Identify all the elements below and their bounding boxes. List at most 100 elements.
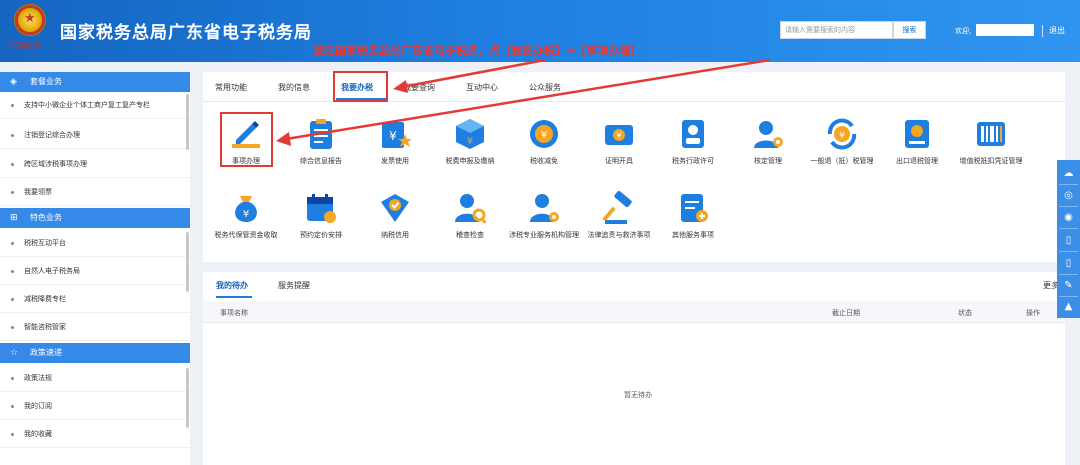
pencil-icon xyxy=(232,121,260,148)
toolbar-divider xyxy=(1059,206,1078,207)
export-refund-icon xyxy=(905,120,929,148)
tab-service-reminder[interactable]: 服务提醒 xyxy=(278,280,310,291)
tile-certificate[interactable]: ¥ 证明开具 xyxy=(579,116,659,166)
weibo-icon[interactable]: ◉ xyxy=(1060,210,1077,226)
sidebar-section-featured[interactable]: ⊞ 特色业务 xyxy=(0,208,190,228)
svg-text:¥: ¥ xyxy=(467,136,473,147)
svg-text:¥: ¥ xyxy=(243,209,249,220)
clipboard-icon xyxy=(310,119,332,149)
toolbar-divider xyxy=(1059,296,1078,297)
username-redacted xyxy=(976,24,1034,36)
tab-my-todo[interactable]: 我的待办 xyxy=(216,280,248,291)
tax-declare-icon: ¥ xyxy=(456,119,484,149)
chat-icon[interactable]: ☁ xyxy=(1060,166,1077,182)
highlight-box-tab xyxy=(333,71,388,102)
mobile-icon[interactable]: ▯ xyxy=(1060,233,1077,249)
header-divider xyxy=(1042,25,1043,37)
sidebar-section-policy[interactable]: ☆ 政策速递 xyxy=(0,343,190,363)
svg-text:¥: ¥ xyxy=(541,130,547,141)
column-header: 状态 xyxy=(958,309,972,317)
tile-export-refund[interactable]: 出口退税管理 xyxy=(877,116,957,166)
sidebar-item[interactable]: 自然人电子税务局 xyxy=(0,258,190,285)
feedback-icon[interactable]: ✎ xyxy=(1060,278,1077,294)
tile-inspection[interactable]: 稽查检查 xyxy=(430,190,510,240)
instruction-annotation: 登陆国家税务总局广东省电子税务，点【我要办税】→【事项办理】 xyxy=(313,44,642,57)
svg-text:¥: ¥ xyxy=(389,129,397,143)
logout-link[interactable]: 退出 xyxy=(1049,25,1065,36)
tab-my-info[interactable]: 我的信息 xyxy=(278,82,310,93)
sidebar-item[interactable]: 税税互动平台 xyxy=(0,230,190,257)
toolbar-divider xyxy=(1059,184,1078,185)
agency-icon xyxy=(530,194,559,222)
sidebar-item[interactable]: 政策法规 xyxy=(0,365,190,392)
calendar-icon xyxy=(307,194,336,223)
tile-pricing-arrangement[interactable]: 预约定价安排 xyxy=(281,190,361,240)
logo-text: 中国税务 xyxy=(8,41,40,50)
sidebar-item[interactable]: 我的收藏 xyxy=(0,421,190,448)
tile-custody-funds[interactable]: ¥ 税务代保管资金收取 xyxy=(206,190,286,240)
search-input[interactable]: 请输入需要搜索的内容 xyxy=(780,21,893,39)
certificate-icon: ¥ xyxy=(605,125,633,145)
tile-admin-license[interactable]: 税务行政许可 xyxy=(653,116,733,166)
sidebar-item[interactable]: 我的订阅 xyxy=(0,393,190,420)
star-icon: ☆ xyxy=(10,348,19,358)
tile-legal-remedy[interactable]: 法律追责与救济事项 xyxy=(579,190,659,240)
column-header: 事项名称 xyxy=(220,309,248,317)
other-service-icon xyxy=(681,194,708,222)
sidebar-scrollbar[interactable] xyxy=(186,94,189,150)
money-bag-icon: ¥ xyxy=(235,196,257,222)
coin-icon: ¥ xyxy=(530,120,558,148)
tab-common[interactable]: 常用功能 xyxy=(215,82,247,93)
column-header: 操作 xyxy=(1026,309,1040,317)
tile-agency-mgmt[interactable]: 涉税专业服务机构管理 xyxy=(504,190,584,240)
tile-assessment-mgmt[interactable]: 核定管理 xyxy=(728,116,808,166)
inspect-icon xyxy=(455,194,487,224)
sidebar-scrollbar[interactable] xyxy=(186,232,189,292)
svg-text:¥: ¥ xyxy=(616,131,621,140)
sidebar-item[interactable]: 我要领票 xyxy=(0,179,190,206)
toolbar-divider xyxy=(1059,228,1078,229)
welcome-text: 欢迎, xyxy=(955,27,972,35)
todo-tab-indicator xyxy=(216,296,252,298)
sidebar-item[interactable]: 减税降费专栏 xyxy=(0,286,190,313)
tax-emblem-icon xyxy=(14,4,46,36)
tile-invoice-use[interactable]: ¥ 发票使用 xyxy=(355,116,435,166)
user-gear-icon xyxy=(754,121,783,148)
phone-icon[interactable]: ▯ xyxy=(1060,256,1077,272)
sidebar-item[interactable]: 跨区域涉税事项办理 xyxy=(0,151,190,178)
tile-tax-declare[interactable]: ¥ 税费申报及缴纳 xyxy=(430,116,510,166)
tile-general-refund[interactable]: ¥ 一般退（抵）税管理 xyxy=(802,116,882,166)
message-icon[interactable]: ◎ xyxy=(1060,188,1077,204)
back-to-top-icon[interactable]: ▲ xyxy=(1060,299,1077,315)
toolbar-divider xyxy=(1059,251,1078,252)
voucher-icon xyxy=(977,122,1005,146)
id-card-icon xyxy=(682,120,704,148)
toolbar-divider xyxy=(1059,274,1078,275)
tile-matter-handling[interactable]: 事项办理 xyxy=(206,116,286,166)
layers-icon: ◈ xyxy=(10,77,17,87)
tile-other-services[interactable]: 其他服务事项 xyxy=(653,190,733,240)
empty-state-text: 暂无待办 xyxy=(624,391,652,399)
sidebar-item[interactable]: 智能咨税管家 xyxy=(0,314,190,341)
tile-tax-reduction[interactable]: ¥ 税收减免 xyxy=(504,116,584,166)
tile-vat-voucher[interactable]: 增值税抵扣凭证管理 xyxy=(951,116,1031,166)
invoice-icon: ¥ xyxy=(382,122,412,148)
sidebar: ◈ 套餐业务 支持中小微企业个体工商户复工复产专栏 注销登记综合办理 跨区域涉税… xyxy=(0,72,190,465)
site-title: 国家税务总局广东省电子税务局 xyxy=(60,23,312,43)
svg-text:¥: ¥ xyxy=(839,131,845,141)
gavel-icon xyxy=(602,190,632,224)
shield-check-icon xyxy=(381,194,409,222)
search-button[interactable]: 搜索 xyxy=(893,21,926,39)
tab-query[interactable]: 我要查询 xyxy=(403,82,435,93)
sidebar-section-package[interactable]: ◈ 套餐业务 xyxy=(0,72,190,92)
todo-table-header xyxy=(203,301,1065,323)
sidebar-scrollbar[interactable] xyxy=(186,368,189,428)
tile-info-report[interactable]: 综合信息报告 xyxy=(281,116,361,166)
column-header: 截止日期 xyxy=(832,309,860,317)
sidebar-item[interactable]: 支持中小微企业个体工商户复工复产专栏 xyxy=(0,92,190,119)
tile-tax-credit[interactable]: 纳税信用 xyxy=(355,190,435,240)
grid-icon: ⊞ xyxy=(10,213,18,223)
tab-public-service[interactable]: 公众服务 xyxy=(529,82,561,93)
sidebar-item[interactable]: 注销登记综合办理 xyxy=(0,122,190,149)
tab-interaction[interactable]: 互动中心 xyxy=(466,82,498,93)
